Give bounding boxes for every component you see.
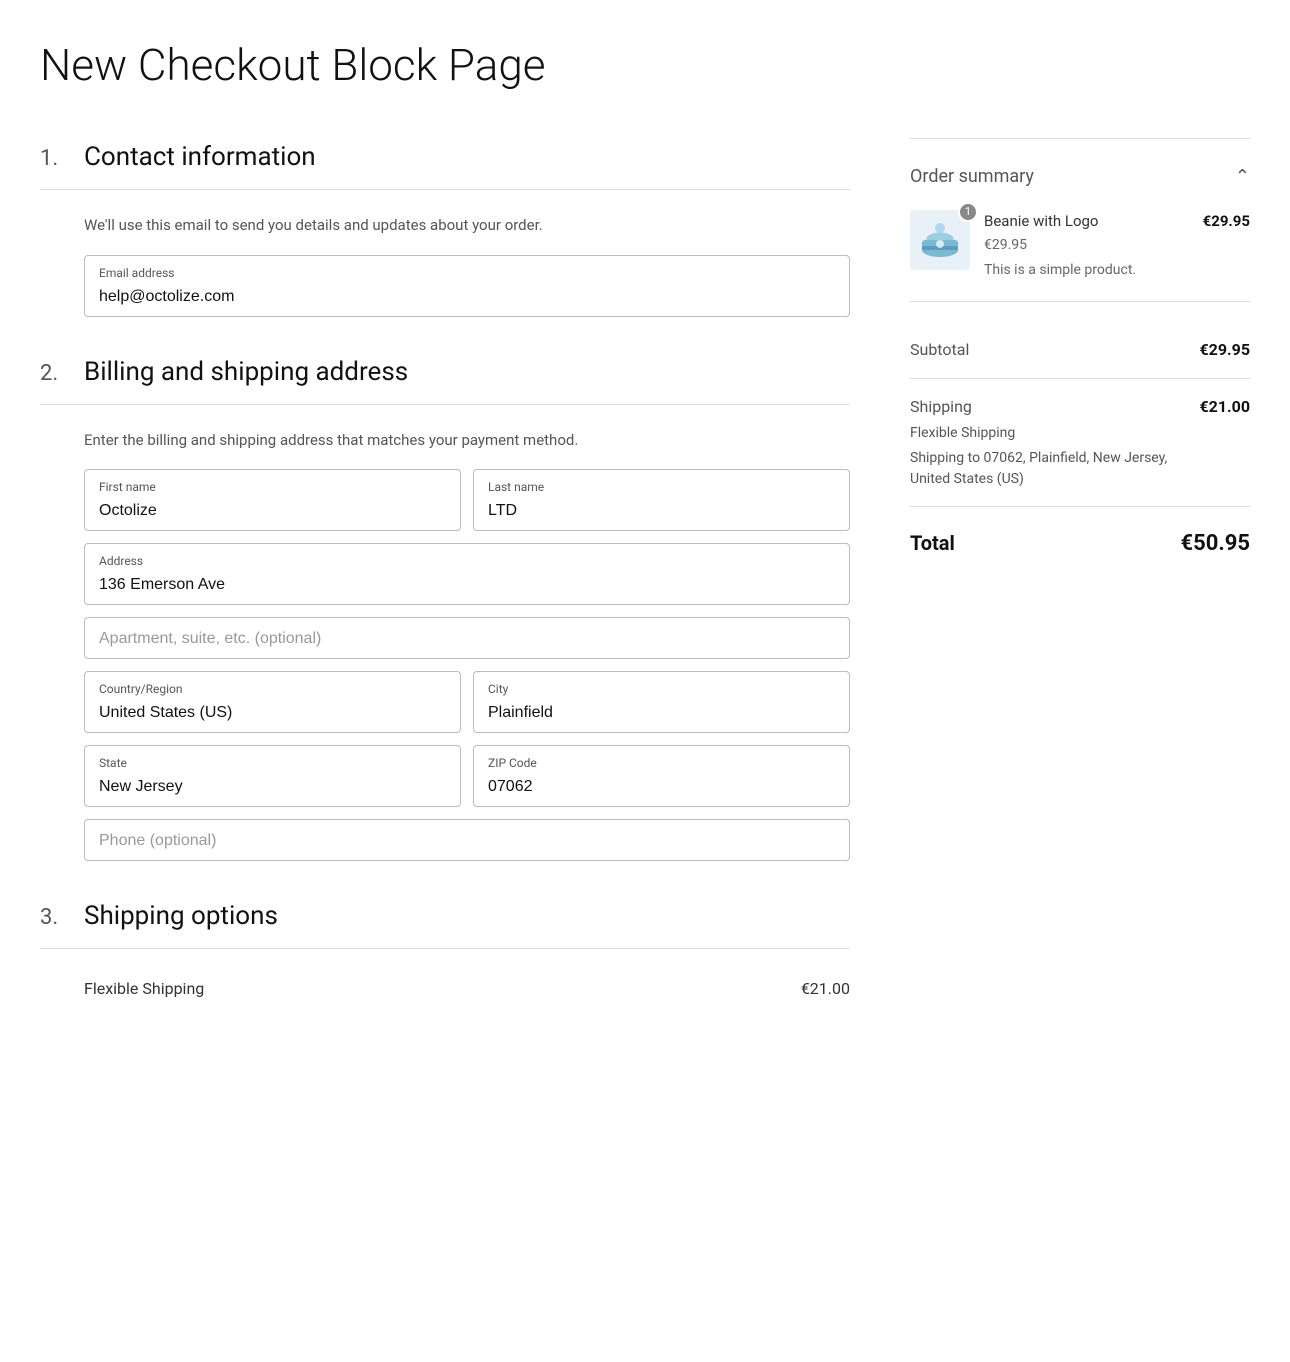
- last-name-label: Last name: [488, 478, 835, 496]
- billing-divider: [40, 404, 850, 405]
- address-field-container: Address: [84, 543, 850, 605]
- shipping-row: Shipping Flexible Shipping Shipping to 0…: [910, 379, 1250, 507]
- product-original-price: €29.95: [984, 235, 1250, 256]
- phone-input[interactable]: [99, 832, 835, 850]
- shipping-info: Shipping Flexible Shipping Shipping to 0…: [910, 395, 1199, 490]
- address-label: Address: [99, 552, 835, 570]
- contact-section: 1. Contact information We'll use this em…: [40, 138, 850, 317]
- email-label: Email address: [99, 264, 835, 282]
- product-beanie-svg: [918, 218, 962, 262]
- country-label: Country/Region: [99, 680, 446, 698]
- state-zip-row: State ZIP Code: [84, 745, 850, 807]
- shipping-section-title: Shipping options: [84, 897, 278, 936]
- city-input[interactable]: [488, 704, 835, 722]
- order-summary: Order summary ⌃: [910, 138, 1250, 580]
- apartment-input[interactable]: [99, 630, 835, 648]
- shipping-section: 3. Shipping options Flexible Shipping €2…: [40, 897, 850, 1005]
- contact-description: We'll use this email to send you details…: [84, 214, 850, 237]
- subtotal-value: €29.95: [1199, 338, 1250, 362]
- contact-content: Email address: [84, 255, 850, 317]
- order-summary-title: Order summary: [910, 163, 1034, 190]
- contact-section-header: 1. Contact information: [40, 138, 850, 177]
- shipping-section-number: 3.: [40, 901, 68, 934]
- collapse-icon[interactable]: ⌃: [1235, 163, 1250, 190]
- zip-input[interactable]: [488, 778, 835, 796]
- last-name-input[interactable]: [488, 502, 835, 520]
- country-city-row: Country/Region City: [84, 671, 850, 733]
- billing-section-header: 2. Billing and shipping address: [40, 353, 850, 392]
- total-value: €50.95: [1181, 527, 1251, 560]
- shipping-option-row: Flexible Shipping €21.00: [84, 973, 850, 1005]
- contact-divider: [40, 189, 850, 190]
- shipping-option-label: Flexible Shipping: [84, 977, 204, 1001]
- apartment-field-container: [84, 617, 850, 659]
- total-label: Total: [910, 528, 955, 558]
- product-info: Beanie with Logo €29.95 €29.95 This is a…: [984, 210, 1250, 281]
- product-row: 1 Beanie with Logo €29.95 €29.95 This is…: [910, 210, 1250, 302]
- billing-content: First name Last name Address: [84, 469, 850, 861]
- billing-section-title: Billing and shipping address: [84, 353, 408, 392]
- contact-section-number: 1.: [40, 142, 68, 175]
- subtotal-row: Subtotal €29.95: [910, 322, 1250, 379]
- order-summary-header: Order summary ⌃: [910, 163, 1250, 190]
- shipping-divider: [40, 948, 850, 949]
- product-quantity-badge: 1: [958, 202, 978, 222]
- email-field-container: Email address: [84, 255, 850, 317]
- billing-section: 2. Billing and shipping address Enter th…: [40, 353, 850, 862]
- shipping-option-price: €21.00: [801, 977, 850, 1001]
- city-label: City: [488, 680, 835, 698]
- last-name-field-container: Last name: [473, 469, 850, 531]
- shipping-content: Flexible Shipping €21.00: [84, 973, 850, 1005]
- product-description: This is a simple product.: [984, 260, 1250, 281]
- country-field-container: Country/Region: [84, 671, 461, 733]
- billing-description: Enter the billing and shipping address t…: [84, 429, 850, 452]
- billing-section-number: 2.: [40, 357, 68, 390]
- total-row: Total €50.95: [910, 507, 1250, 580]
- product-price: €29.95: [1203, 210, 1250, 233]
- product-name: Beanie with Logo: [984, 210, 1099, 233]
- left-column: 1. Contact information We'll use this em…: [40, 138, 850, 1041]
- shipping-method: Flexible Shipping: [910, 423, 1199, 444]
- name-row: First name Last name: [84, 469, 850, 531]
- first-name-input[interactable]: [99, 502, 446, 520]
- zip-field-container: ZIP Code: [473, 745, 850, 807]
- shipping-label: Shipping: [910, 395, 1199, 419]
- first-name-field-container: First name: [84, 469, 461, 531]
- product-name-price: Beanie with Logo €29.95: [984, 210, 1250, 233]
- state-field-container: State: [84, 745, 461, 807]
- zip-label: ZIP Code: [488, 754, 835, 772]
- page-title: New Checkout Block Page: [40, 32, 1250, 98]
- subtotal-label: Subtotal: [910, 338, 969, 362]
- country-input[interactable]: [99, 704, 446, 722]
- shipping-section-header: 3. Shipping options: [40, 897, 850, 936]
- first-name-label: First name: [99, 478, 446, 496]
- address-input[interactable]: [99, 576, 835, 594]
- email-input[interactable]: [99, 288, 835, 306]
- product-image-container: 1: [910, 210, 970, 270]
- phone-field-container: [84, 819, 850, 861]
- state-input[interactable]: [99, 778, 446, 796]
- state-label: State: [99, 754, 446, 772]
- shipping-value: €21.00: [1199, 395, 1250, 419]
- shipping-address: Shipping to 07062, Plainfield, New Jerse…: [910, 448, 1199, 490]
- contact-section-title: Contact information: [84, 138, 316, 177]
- city-field-container: City: [473, 671, 850, 733]
